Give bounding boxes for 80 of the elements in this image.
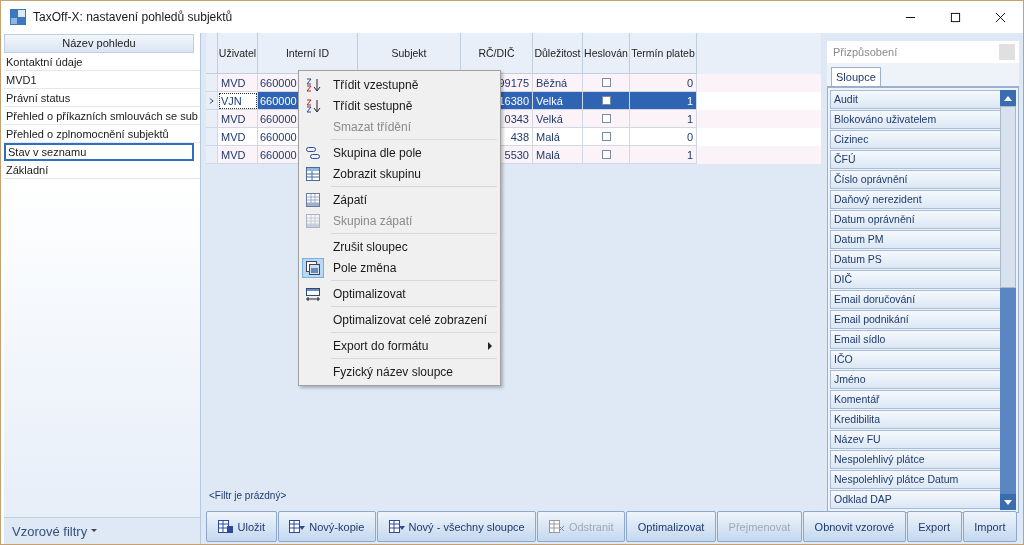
toolbar-button[interactable]: Export xyxy=(906,511,962,542)
filter-text: <Filtr je prázdný> xyxy=(208,489,288,503)
maximize-icon[interactable] xyxy=(950,11,961,23)
filters-dropdown[interactable]: Vzorové filtry xyxy=(4,517,200,544)
toolbar-button[interactable]: Nový-kopie xyxy=(277,511,376,542)
row-header[interactable] xyxy=(206,92,218,110)
menu-item[interactable]: Zápatí xyxy=(299,189,500,210)
table-icon xyxy=(305,191,321,208)
column-item[interactable]: Daňový nerezident xyxy=(830,190,1000,209)
current-row-icon xyxy=(209,96,214,105)
menu-item[interactable]: Zrušit sloupec xyxy=(299,236,500,257)
close-icon[interactable] xyxy=(995,11,1006,23)
checkbox[interactable] xyxy=(601,96,611,105)
table-add-icon xyxy=(289,519,306,534)
checkbox[interactable] xyxy=(601,132,611,141)
toolbar-button[interactable]: Uložit xyxy=(206,511,277,542)
table-cell: Velká xyxy=(533,92,583,110)
menu-item[interactable]: Optimalizovat xyxy=(299,283,500,304)
menu-item[interactable]: Pole změna xyxy=(299,257,500,278)
column-item[interactable]: Blokováno uživatelem xyxy=(830,110,1000,129)
toolbar-button[interactable]: Obnovit vzorové xyxy=(803,511,906,542)
table-cell: 1 xyxy=(630,92,697,110)
menu-item[interactable]: Export do formátu xyxy=(299,335,500,356)
column-header[interactable]: Název pohledu xyxy=(4,34,194,53)
window-icon xyxy=(305,259,321,276)
checkbox[interactable] xyxy=(601,150,611,159)
view-item[interactable]: Kontaktní údaje xyxy=(4,53,200,71)
menu-item[interactable]: Optimalizovat celé zobrazení xyxy=(299,309,500,330)
view-item[interactable]: Přehled o příkazních smlouvách se sub xyxy=(4,107,200,125)
window-title: TaxOff-X: nastavení pohledů subjektů xyxy=(33,10,233,24)
view-item[interactable]: Právní status xyxy=(4,89,200,107)
tab[interactable]: Sloupce xyxy=(831,67,881,86)
caret-icon xyxy=(91,529,98,533)
table-cell: MVD xyxy=(218,146,258,164)
column-item[interactable]: Kredibilita xyxy=(830,410,1000,429)
column-item[interactable]: Datum PM xyxy=(830,230,1000,249)
column-item[interactable]: Název FU xyxy=(830,430,1000,449)
scroll-down-icon xyxy=(1004,499,1012,505)
toolbar-button[interactable]: Import xyxy=(962,511,1018,542)
table-cell: VJN xyxy=(218,92,258,110)
column-item[interactable]: Číslo oprávnění xyxy=(830,170,1000,189)
table-cell: Malá xyxy=(533,146,583,164)
column-item[interactable]: Datum PS xyxy=(830,250,1000,269)
column-item[interactable]: Email podnikání xyxy=(830,310,1000,329)
menu-item[interactable]: Zobrazit skupinu xyxy=(299,163,500,184)
table-icon xyxy=(305,165,321,182)
column-item[interactable]: Odklad DAP xyxy=(830,490,1000,509)
app-logo-icon xyxy=(9,8,27,26)
column-item[interactable]: Cizinec xyxy=(830,130,1000,149)
column-item[interactable]: Audit xyxy=(830,90,1000,109)
column-item[interactable]: Nespolehlivý plátce Datum xyxy=(830,470,1000,489)
view-item[interactable]: Stav v seznamu xyxy=(4,143,194,161)
scroll-up-icon xyxy=(1004,95,1012,101)
column-item[interactable]: Email sídlo xyxy=(830,330,1000,349)
menu-item[interactable]: Fyzický název sloupce xyxy=(299,361,500,382)
panel-title: Přizpůsobení xyxy=(833,46,899,58)
column-item[interactable]: Nespolehlivý plátce xyxy=(830,450,1000,469)
table-icon xyxy=(305,212,321,229)
column-item[interactable]: ČFÚ xyxy=(830,150,1000,169)
column-item[interactable]: Jméno xyxy=(830,370,1000,389)
table-delete-icon xyxy=(548,519,565,534)
column-item[interactable]: Komentář xyxy=(830,390,1000,409)
table-cell: 1 xyxy=(630,146,697,164)
fit-width-icon xyxy=(305,285,321,302)
column-item[interactable]: DIČ xyxy=(830,270,1000,289)
view-item[interactable]: Přehled o zplnomocnění subjektů xyxy=(4,125,200,143)
column-item[interactable]: IČO xyxy=(830,350,1000,369)
checkbox[interactable] xyxy=(601,114,611,123)
table-save-icon xyxy=(217,519,234,534)
group-icon xyxy=(305,144,321,161)
table-add-icon xyxy=(388,519,405,534)
scrollbar[interactable] xyxy=(1000,90,1016,510)
checkbox[interactable] xyxy=(601,78,611,87)
sort-descending-icon xyxy=(305,97,321,114)
view-item[interactable]: MVD1 xyxy=(4,71,200,89)
toolbar-button[interactable]: Nový - všechny sloupce xyxy=(376,511,537,542)
column-item[interactable]: Email doručování xyxy=(830,290,1000,309)
sort-ascending-icon xyxy=(305,76,321,93)
toolbar-button[interactable]: Optimalizovat xyxy=(626,511,716,542)
column-item[interactable]: Datum oprávnění xyxy=(830,210,1000,229)
